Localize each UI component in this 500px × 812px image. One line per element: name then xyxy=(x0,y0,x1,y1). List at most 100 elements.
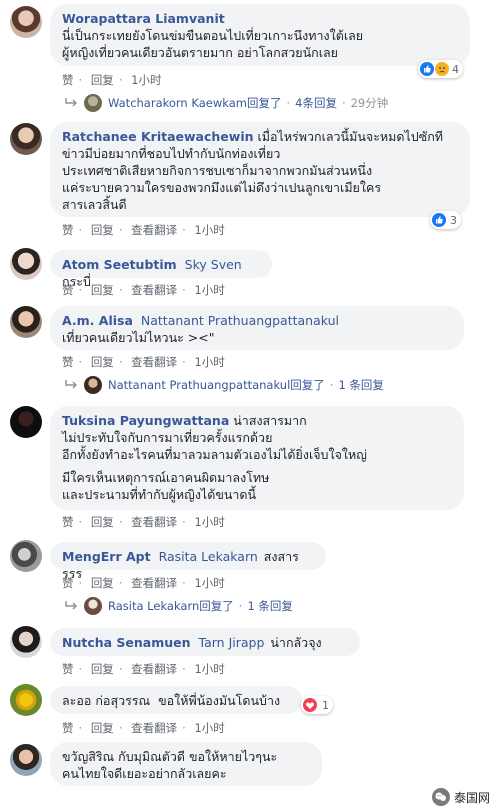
comment-text: คนไทยใจดีเยอะอย่ากลัวเลยคะ xyxy=(62,766,227,781)
translate-button[interactable]: 查看翻译 xyxy=(131,576,177,590)
comment-actions: 赞 · 回复 · 查看翻译 · 1小时 xyxy=(62,721,225,735)
reply-verb: 回复了 xyxy=(290,378,325,392)
avatar xyxy=(84,94,102,112)
avatar[interactable] xyxy=(10,248,42,280)
timestamp[interactable]: 1小时 xyxy=(194,662,224,676)
reaction-summary[interactable]: 3 xyxy=(430,211,461,229)
comment-actions: 赞 · 回复 · 查看翻译 · 1小时 xyxy=(62,223,225,237)
reply-button[interactable]: 回复 xyxy=(91,515,114,529)
like-button[interactable]: 赞 xyxy=(62,662,74,676)
comment-actions: 赞 · 回复 · 查看翻译 · 1小时 xyxy=(62,662,225,676)
reply-button[interactable]: 回复 xyxy=(91,576,114,590)
translate-button[interactable]: 查看翻译 xyxy=(131,223,177,237)
commenter-name[interactable]: Nutcha Senamuen xyxy=(62,635,191,650)
avatar[interactable] xyxy=(10,540,42,572)
commenter-name[interactable]: Atom Seetubtim xyxy=(62,257,177,272)
replies-link[interactable]: Watcharakorn Kaewkam 回复了 · 4条回复 · 29分钟 xyxy=(64,94,388,112)
watermark-text: 泰国网 xyxy=(453,790,490,805)
tagged-user[interactable]: Rasita Lekakarn xyxy=(159,549,258,564)
reply-count[interactable]: 1 条回复 xyxy=(338,377,383,393)
like-button[interactable]: 赞 xyxy=(62,223,74,237)
avatar[interactable] xyxy=(10,406,42,438)
comment-text: นี่เป็นกระเทยยังโดนข่มขืนตอนไปเที่ยวเกาะ… xyxy=(62,28,364,43)
commenter-name[interactable]: Ratchanee Kritaewachewin xyxy=(62,129,254,144)
avatar[interactable] xyxy=(10,123,42,155)
comment-text: น่าสงสารมาก xyxy=(233,413,307,428)
reply-button[interactable]: 回复 xyxy=(91,73,114,87)
timestamp[interactable]: 1小时 xyxy=(194,515,224,529)
comment-actions: 赞 · 回复 · 1小时 xyxy=(62,73,162,87)
reply-author-name[interactable]: Nattanant Prathuangpattanakul xyxy=(108,378,290,392)
like-button[interactable]: 赞 xyxy=(62,576,74,590)
commenter-name[interactable]: ขวัญสิริณ กับมุมิณตัวดี xyxy=(62,749,185,764)
comment-text: ขอให้พี่น้องมันโดนบ้าง xyxy=(158,693,281,708)
comment-bubble: Atom Seetubtim Sky Sven กระบี่ xyxy=(50,250,272,289)
reaction-count: 3 xyxy=(450,213,457,227)
avatar[interactable] xyxy=(10,744,42,776)
comment-bubble: MengErr Apt Rasita Lekakarn สงสารรรร xyxy=(50,542,326,581)
like-button[interactable]: 赞 xyxy=(62,283,74,297)
wechat-logo-icon xyxy=(431,788,450,806)
comment-text: เที่ยวคนเดียวไม่ไหวนะ ><" xyxy=(62,330,215,345)
tagged-user[interactable]: Tarn Jirapp xyxy=(199,635,265,650)
commenter-name[interactable]: Worapattara Liamvanit xyxy=(62,11,225,26)
comment-text: เมื่อไหร่พวกเลวนี้มันจะหมดไปซักที xyxy=(257,129,444,144)
tagged-user[interactable]: Sky Sven xyxy=(185,257,242,272)
translate-button[interactable]: 查看翻译 xyxy=(131,283,177,297)
reply-button[interactable]: 回复 xyxy=(91,721,114,735)
timestamp[interactable]: 1小时 xyxy=(194,283,224,297)
commenter-name[interactable]: A.m. Alisa xyxy=(62,313,133,328)
comment-actions: 赞 · 回复 · 查看翻译 · 1小时 xyxy=(62,355,225,369)
like-button[interactable]: 赞 xyxy=(62,355,74,369)
reaction-summary[interactable]: 4 xyxy=(418,60,463,78)
avatar xyxy=(84,376,102,394)
like-icon xyxy=(420,62,434,76)
reply-button[interactable]: 回复 xyxy=(91,662,114,676)
replies-link[interactable]: Rasita Lekakarn 回复了 · 1 条回复 xyxy=(64,597,293,615)
comment-text: น่ากลัวจุง xyxy=(270,635,322,650)
translate-button[interactable]: 查看翻译 xyxy=(131,662,177,676)
avatar[interactable] xyxy=(10,626,42,658)
avatar[interactable] xyxy=(10,684,42,716)
like-button[interactable]: 赞 xyxy=(62,73,74,87)
like-button[interactable]: 赞 xyxy=(62,515,74,529)
reaction-summary[interactable]: 1 xyxy=(301,696,333,714)
sad-icon xyxy=(435,62,449,76)
comment-bubble: A.m. Alisa Nattanant Prathuangpattanakul… xyxy=(50,306,464,350)
replies-link[interactable]: Nattanant Prathuangpattanakul 回复了 · 1 条回复 xyxy=(64,376,384,394)
reply-count[interactable]: 4条回复 xyxy=(295,95,337,111)
reaction-count: 1 xyxy=(322,698,329,712)
comment-actions: 赞 · 回复 · 查看翻译 · 1小时 xyxy=(62,515,225,529)
commenter-name[interactable]: ละออ ก่อสุวรรณ xyxy=(62,693,150,708)
comment-text: สารเลวสิ้นดี xyxy=(62,197,127,212)
love-icon xyxy=(303,698,317,712)
timestamp[interactable]: 1小时 xyxy=(131,73,161,87)
commenter-name[interactable]: Tuksina Payungwattana xyxy=(62,413,229,428)
timestamp[interactable]: 1小时 xyxy=(194,576,224,590)
reply-arrow-icon xyxy=(65,380,78,389)
reply-count[interactable]: 1 条回复 xyxy=(247,598,292,614)
translate-button[interactable]: 查看翻译 xyxy=(131,355,177,369)
like-button[interactable]: 赞 xyxy=(62,721,74,735)
translate-button[interactable]: 查看翻译 xyxy=(131,721,177,735)
reply-button[interactable]: 回复 xyxy=(91,283,114,297)
reply-author-name[interactable]: Rasita Lekakarn xyxy=(108,599,199,613)
reply-author-name[interactable]: Watcharakorn Kaewkam xyxy=(108,96,247,110)
tagged-user[interactable]: Nattanant Prathuangpattanakul xyxy=(141,313,339,328)
translate-button[interactable]: 查看翻译 xyxy=(131,515,177,529)
comment-text: ผู้หญิงเที่ยวคนเดียวอันตรายมาก อย่าโลกสว… xyxy=(62,45,338,60)
reply-arrow-icon xyxy=(65,601,78,610)
reply-button[interactable]: 回复 xyxy=(91,223,114,237)
comment-text: แค่ระบายความใครของพวกมึงแต่ไม่ดึงว่าเปนล… xyxy=(62,180,382,195)
commenter-name[interactable]: MengErr Apt xyxy=(62,549,151,564)
reply-button[interactable]: 回复 xyxy=(91,355,114,369)
timestamp[interactable]: 1小时 xyxy=(194,721,224,735)
avatar[interactable] xyxy=(10,306,42,338)
comment-text: ประเทศชาติเสียหายกิจการชบเซาก็มาจากพวกมั… xyxy=(62,163,373,178)
comment-bubble: Worapattara Liamvanit นี่เป็นกระเทยยังโด… xyxy=(50,4,470,66)
timestamp[interactable]: 1小时 xyxy=(194,355,224,369)
comment-text: ขอให้หายไวๆนะ xyxy=(188,749,278,764)
avatar[interactable] xyxy=(10,6,42,38)
comment-bubble: ขวัญสิริณ กับมุมิณตัวดี ขอให้หายไวๆนะ คนไ… xyxy=(50,742,322,786)
timestamp[interactable]: 1小时 xyxy=(194,223,224,237)
